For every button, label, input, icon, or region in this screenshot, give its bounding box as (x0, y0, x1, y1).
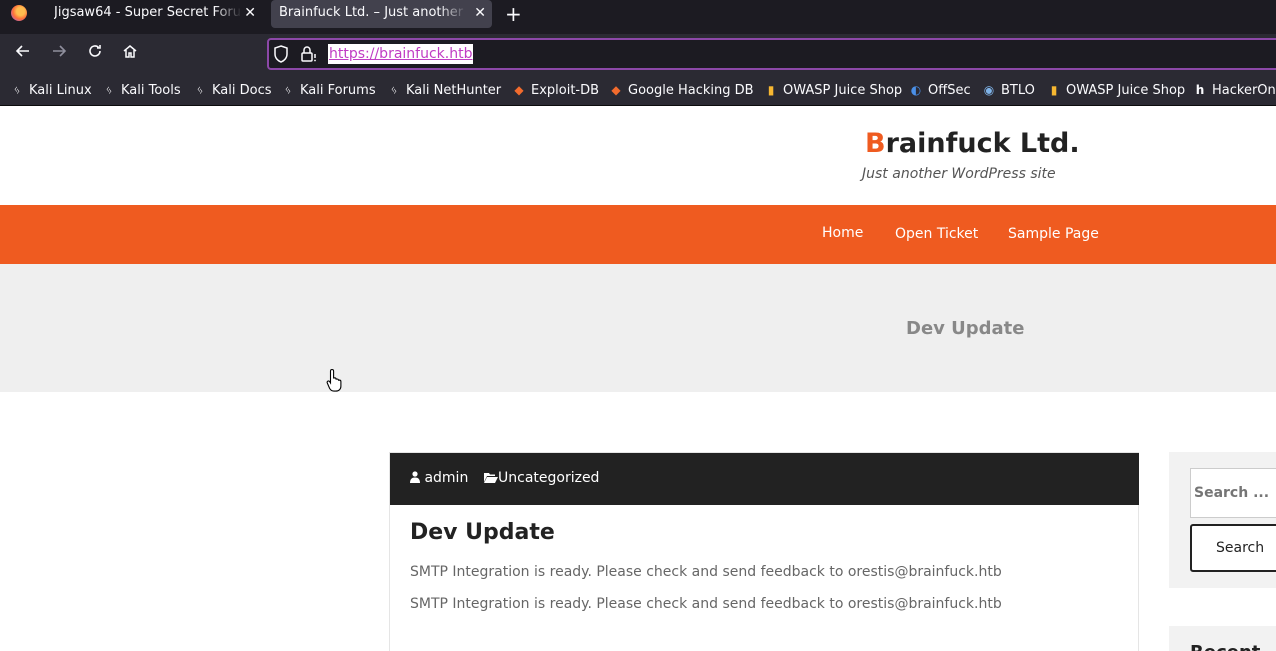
tab-strip: Jigsaw64 - Super Secret Forum ✕ Brainfuc… (0, 0, 1276, 34)
kali-dragon-icon: ᛃ (13, 83, 21, 97)
bookmark-label: BTLO (1001, 83, 1035, 98)
web-page: Brainfuck Ltd. Just another WordPress si… (0, 106, 1276, 651)
bookmark-label: Kali Docs (212, 83, 272, 98)
bookmark-label: OWASP Juice Shop (1066, 83, 1186, 98)
bookmark-label: OffSec (928, 83, 971, 98)
bookmark-label: Kali Linux (29, 83, 92, 98)
bookmark-kali-docs[interactable]: ᛃ Kali Docs (193, 81, 272, 99)
site-title-rest: rainfuck Ltd. (885, 128, 1080, 159)
forward-arrow-icon[interactable] (47, 42, 71, 66)
kali-dragon-icon: ᛃ (196, 83, 204, 97)
page-header-banner: Dev Update (0, 264, 1276, 392)
primary-menu: Home Open Ticket Sample Page (0, 205, 1276, 264)
recent-posts-widget: Recent (1169, 626, 1276, 651)
new-tab-plus-icon[interactable]: + (505, 2, 522, 26)
bookmark-label: Google Hacking DB (628, 83, 754, 98)
kali-dragon-icon: ᛃ (284, 83, 292, 97)
post-author[interactable]: admin (410, 470, 468, 486)
firefox-icon[interactable] (11, 5, 27, 21)
tab-title: Jigsaw64 - Super Secret Forum (54, 5, 242, 20)
bookmark-offsec[interactable]: ◐ OffSec (909, 81, 971, 99)
close-tab-icon[interactable]: ✕ (244, 0, 256, 26)
home-icon[interactable] (118, 42, 142, 66)
kali-dragon-icon: ᛃ (390, 83, 398, 97)
bookmark-kali-tools[interactable]: ᛃ Kali Tools (102, 81, 181, 99)
post-category-name: Uncategorized (498, 470, 600, 486)
user-icon (410, 471, 420, 483)
post-paragraph: SMTP Integration is ready. Please check … (410, 596, 1002, 612)
post-paragraph: SMTP Integration is ready. Please check … (410, 564, 1002, 580)
page-title: Dev Update (906, 318, 1025, 339)
btlo-icon: ◉ (983, 83, 995, 97)
bookmark-hackerone[interactable]: h HackerOne (1193, 81, 1276, 99)
bookmark-owasp-juice-shop[interactable]: ▮ OWASP Juice Shop (764, 81, 902, 99)
site-title-initial: B (865, 128, 886, 159)
bookmark-owasp-juice-shop-2[interactable]: ▮ OWASP Juice Shop (1047, 81, 1185, 99)
bookmark-btlo[interactable]: ◉ BTLO (982, 81, 1035, 99)
bookmark-kali-linux[interactable]: ᛃ Kali Linux (10, 81, 92, 99)
bookmark-label: Kali NetHunter (406, 83, 502, 98)
folder-open-icon (484, 473, 498, 483)
bookmarks-toolbar: ᛃ Kali Linux ᛃ Kali Tools ᛃ Kali Docs ᛃ Kali… (0, 74, 1276, 106)
tab-jigsaw[interactable]: Jigsaw64 - Super Secret Forum ✕ (46, 0, 262, 26)
bookmark-google-hacking-db[interactable]: ◆ Google Hacking DB (609, 81, 754, 99)
close-tab-icon[interactable]: ✕ (474, 0, 486, 26)
bookmark-kali-nethunter[interactable]: ᛃ Kali NetHunter (387, 81, 501, 99)
ghdb-icon: ◆ (611, 83, 621, 97)
bookmark-label: Exploit-DB (531, 83, 600, 98)
post-title[interactable]: Dev Update (410, 520, 555, 545)
menu-item-home[interactable]: Home (822, 225, 863, 241)
exploitdb-icon: ◆ (514, 83, 524, 97)
back-arrow-icon[interactable] (11, 42, 35, 66)
bookmark-label: Kali Tools (121, 83, 181, 98)
post-article: admin Uncategorized Dev Update SMTP Inte… (389, 452, 1139, 651)
bookmark-kali-forums[interactable]: ᛃ Kali Forums (281, 81, 376, 99)
tracking-protection-shield-icon[interactable] (273, 45, 289, 63)
site-tagline: Just another WordPress site (862, 166, 1056, 182)
url-text[interactable]: https://brainfuck.htb (328, 44, 474, 64)
bookmark-exploit-db[interactable]: ◆ Exploit-DB (512, 81, 599, 99)
bookmark-label: HackerOne (1212, 83, 1276, 98)
hand-pointer-cursor-icon (326, 368, 342, 392)
search-button[interactable]: Search (1190, 524, 1276, 572)
search-widget: Search (1169, 452, 1276, 588)
tab-title: Brainfuck Ltd. – Just another WordPress … (279, 5, 467, 20)
reload-icon[interactable] (83, 42, 107, 66)
search-input[interactable] (1190, 468, 1276, 518)
bookmark-label: Kali Forums (300, 83, 376, 98)
bookmark-label: OWASP Juice Shop (783, 83, 903, 98)
menu-item-open-ticket[interactable]: Open Ticket (895, 226, 978, 242)
menu-item-sample-page[interactable]: Sample Page (1008, 226, 1099, 242)
site-title[interactable]: Brainfuck Ltd. (865, 128, 1080, 159)
tab-brainfuck[interactable]: Brainfuck Ltd. – Just another WordPress … (271, 0, 492, 28)
post-meta-bar: admin Uncategorized (390, 453, 1139, 505)
post-category[interactable]: Uncategorized (484, 470, 599, 486)
widget-title: Recent (1190, 642, 1260, 651)
post-author-name: admin (424, 470, 469, 486)
insecure-lock-icon[interactable] (300, 45, 318, 63)
juice-shop-icon: ▮ (767, 83, 775, 97)
kali-dragon-icon: ᛃ (105, 83, 113, 97)
offsec-icon: ◐ (910, 83, 922, 97)
juice-shop-icon: ▮ (1050, 83, 1058, 97)
hackerone-icon: h (1195, 83, 1205, 97)
